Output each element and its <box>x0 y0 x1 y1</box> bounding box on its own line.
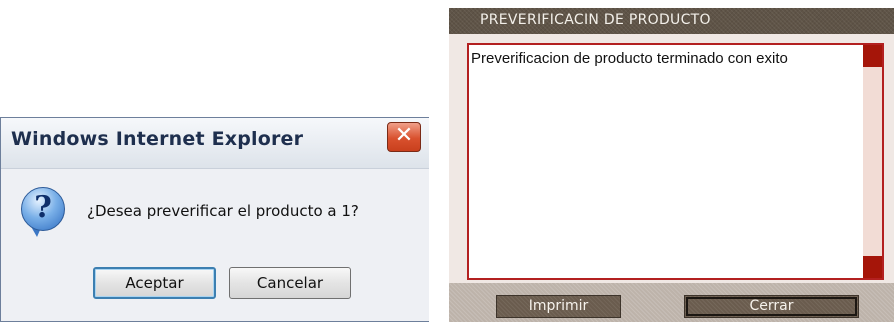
result-textarea[interactable]: Preverificacion de producto terminado co… <box>467 43 884 280</box>
ie-dialog-title: Windows Internet Explorer <box>11 128 304 150</box>
close-icon[interactable]: ✕ <box>387 122 421 152</box>
scroll-down-button[interactable] <box>863 256 882 278</box>
result-message: Preverificacion de producto terminado co… <box>471 50 788 67</box>
cerrar-button[interactable]: Cerrar <box>684 295 859 318</box>
question-icon: ? <box>21 187 65 231</box>
preverification-titlebar[interactable]: PREVERIFICACIN DE PRODUCTO <box>449 8 894 34</box>
aceptar-button[interactable]: Aceptar <box>93 267 216 299</box>
ie-dialog-body: ? ¿Desea preverificar el producto a 1? A… <box>1 169 429 321</box>
scrollbar[interactable] <box>863 45 882 278</box>
ie-dialog-message: ¿Desea preverificar el producto a 1? <box>87 202 359 220</box>
cancelar-button[interactable]: Cancelar <box>229 267 351 299</box>
ie-confirm-dialog: Windows Internet Explorer ✕ ? ¿Desea pre… <box>0 117 429 322</box>
imprimir-button[interactable]: Imprimir <box>496 295 621 318</box>
ie-titlebar[interactable]: Windows Internet Explorer ✕ <box>1 118 429 169</box>
scroll-up-button[interactable] <box>863 45 882 67</box>
preverification-title: PREVERIFICACIN DE PRODUCTO <box>480 12 711 28</box>
preverification-dialog: PREVERIFICACIN DE PRODUCTO Preverificaci… <box>449 8 894 322</box>
dialog-footer: Imprimir Cerrar <box>449 283 894 322</box>
